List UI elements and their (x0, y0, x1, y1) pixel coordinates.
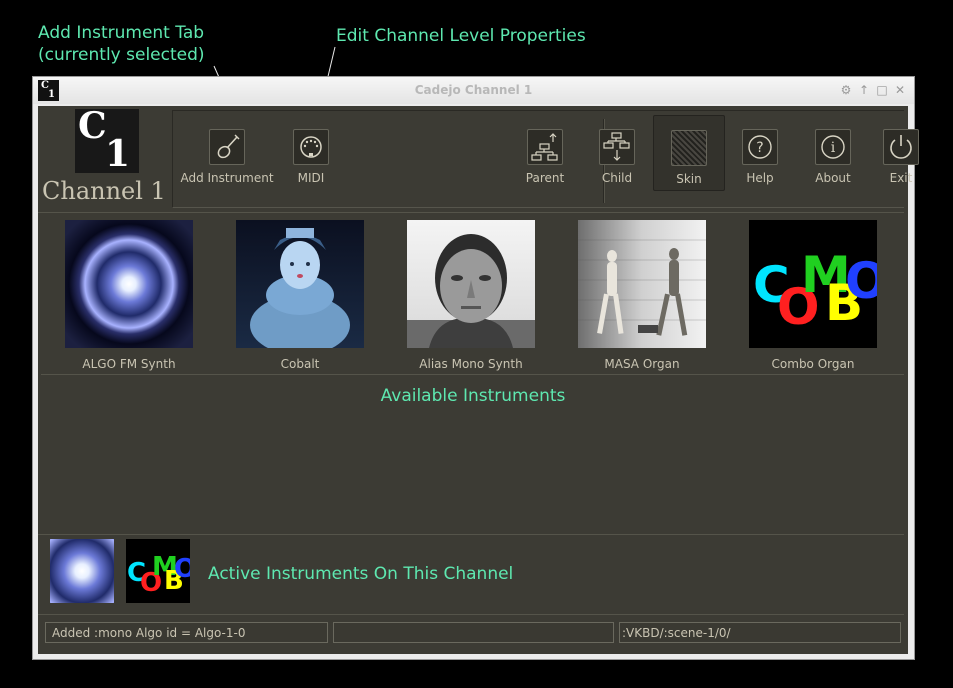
child-button[interactable]: Child (581, 115, 653, 189)
about-button[interactable]: i About (797, 115, 869, 189)
active-instrument-algo[interactable] (50, 539, 114, 603)
svg-text:?: ? (756, 140, 763, 156)
pin-up-icon[interactable]: ↑ (857, 83, 871, 97)
toolbar: Add Instrument MIDI Parent Child Skin ? … (172, 110, 919, 208)
status-message: Added :mono Algo id = Algo-1-0 (45, 622, 328, 643)
skin-button-label: Skin (676, 172, 702, 186)
title-bar[interactable]: C 1 Cadejo Channel 1 ⚙ ↑ □ ✕ (33, 77, 914, 104)
instrument-name: Cobalt (280, 357, 320, 371)
active-instrument-combo[interactable]: C O M B O (126, 539, 190, 603)
instrument-cobalt[interactable]: Cobalt (236, 220, 364, 371)
instrument-algo-fm-synth[interactable]: ALGO FM Synth (65, 220, 193, 371)
about-button-label: About (815, 171, 851, 185)
active-instruments-label: Active Instruments On This Channel (208, 564, 514, 584)
combo-organ-thumbnail: C O M B O (749, 220, 877, 348)
instrument-combo-organ[interactable]: C O M B O Combo Organ (749, 220, 877, 371)
svg-text:i: i (831, 140, 836, 156)
midi-button[interactable]: MIDI (279, 115, 343, 189)
channel-name: Channel 1 (42, 177, 166, 205)
window-title: Cadejo Channel 1 (414, 83, 533, 97)
skin-button[interactable]: Skin (653, 115, 725, 191)
alias-mono-synth-thumbnail (407, 220, 535, 348)
tree-parent-icon (527, 129, 563, 165)
tree-child-icon (599, 129, 635, 165)
midi-button-label: MIDI (297, 171, 325, 185)
parent-button[interactable]: Parent (509, 115, 581, 189)
masa-organ-thumbnail (578, 220, 706, 348)
violin-icon (209, 129, 245, 165)
channel-logo-number: 1 (105, 133, 131, 173)
channel-logo-letter: C (78, 109, 107, 147)
combo-letter: O (174, 554, 190, 584)
divider (38, 534, 904, 535)
tab-add-instrument[interactable]: Add Instrument (175, 115, 279, 189)
power-icon (883, 129, 919, 165)
instrument-name: Combo Organ (771, 357, 855, 371)
divider (38, 212, 904, 213)
divider (41, 374, 904, 375)
instrument-name: MASA Organ (604, 357, 680, 371)
main-window: C 1 Cadejo Channel 1 ⚙ ↑ □ ✕ C 1 Channel… (33, 77, 919, 659)
parent-button-label: Parent (525, 171, 565, 185)
exit-button[interactable]: Exit (871, 115, 931, 189)
exit-button-label: Exit (889, 171, 913, 185)
status-path: :VKBD/:scene-1/0/ (619, 622, 901, 643)
channel-panel: C 1 Channel 1 Add Instrument MIDI Parent… (38, 106, 919, 654)
question-icon: ? (742, 129, 778, 165)
child-button-label: Child (601, 171, 633, 185)
tab-add-instrument-label: Add Instrument (180, 171, 274, 185)
channel-logo: C 1 (75, 109, 139, 173)
close-icon[interactable]: ✕ (893, 83, 907, 97)
available-instruments-label: Available Instruments (380, 386, 566, 406)
combo-letter: O (845, 252, 877, 310)
info-icon: i (815, 129, 851, 165)
algo-fm-synth-thumbnail (65, 220, 193, 348)
cobalt-thumbnail (236, 220, 364, 348)
divider (38, 614, 904, 615)
instrument-alias-mono-synth[interactable]: Alias Mono Synth (407, 220, 535, 371)
instrument-masa-organ[interactable]: MASA Organ (578, 220, 706, 371)
instrument-name: Alias Mono Synth (419, 357, 523, 371)
help-button-label: Help (746, 171, 774, 185)
settings-icon[interactable]: ⚙ (839, 83, 853, 97)
status-middle (333, 622, 614, 643)
midi-connector-icon (293, 129, 329, 165)
maximize-icon[interactable]: □ (875, 83, 889, 97)
instrument-name: ALGO FM Synth (82, 357, 176, 371)
skin-pattern-icon (671, 130, 707, 166)
help-button[interactable]: ? Help (725, 115, 795, 189)
